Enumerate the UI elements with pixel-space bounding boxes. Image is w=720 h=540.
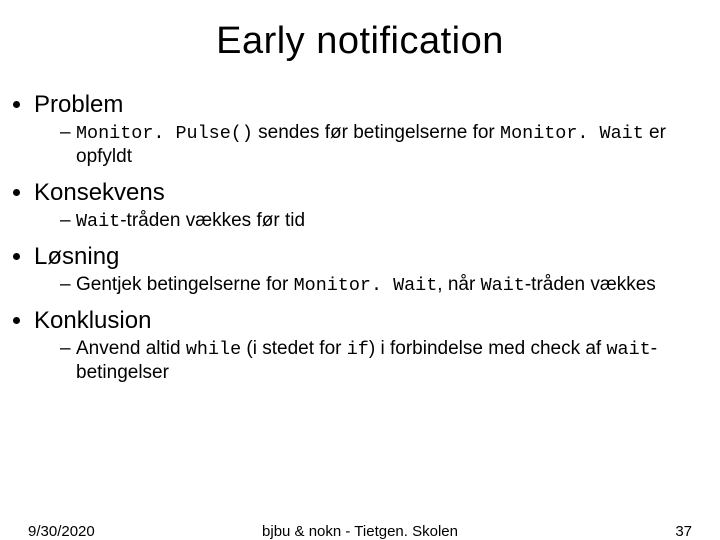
body-text: (i stedet for bbox=[241, 338, 347, 359]
slide: Early notification Problem Monitor. Puls… bbox=[0, 20, 720, 540]
body-text: Gentjek betingelserne for bbox=[76, 274, 294, 295]
sub-item: Monitor. Pulse() sendes før betingelsern… bbox=[60, 121, 720, 169]
body-text: ) i forbindelse med check af bbox=[369, 338, 607, 359]
body-text: sendes før betingelserne for bbox=[253, 122, 500, 143]
sub-list: Gentjek betingelserne for Monitor. Wait,… bbox=[60, 273, 720, 297]
code-text: Wait bbox=[481, 275, 525, 296]
sub-list: Anvend altid while (i stedet for if) i f… bbox=[60, 337, 720, 385]
bullet-label: Konsekvens bbox=[34, 179, 165, 206]
body-text: -tråden vækkes bbox=[525, 274, 656, 295]
slide-title: Early notification bbox=[0, 20, 720, 63]
bullet-losning: Løsning Gentjek betingelserne for Monito… bbox=[34, 243, 720, 297]
sub-item: Gentjek betingelserne for Monitor. Wait,… bbox=[60, 273, 720, 297]
sub-item: Anvend altid while (i stedet for if) i f… bbox=[60, 337, 720, 385]
code-text: Wait bbox=[76, 211, 120, 232]
code-text: wait bbox=[607, 339, 651, 360]
bullet-label: Konklusion bbox=[34, 307, 151, 334]
sub-list: Monitor. Pulse() sendes før betingelsern… bbox=[60, 121, 720, 169]
sub-item: Wait-tråden vækkes før tid bbox=[60, 209, 720, 233]
body-text: Anvend altid bbox=[76, 338, 186, 359]
footer-page-number: 37 bbox=[675, 523, 692, 540]
body-text: -tråden vækkes før tid bbox=[120, 210, 305, 231]
code-text: Monitor. Wait bbox=[294, 275, 438, 296]
code-text: if bbox=[347, 339, 369, 360]
code-text: Monitor. Wait bbox=[500, 123, 644, 144]
bullet-konsekvens: Konsekvens Wait-tråden vækkes før tid bbox=[34, 179, 720, 233]
bullet-label: Problem bbox=[34, 91, 123, 118]
bullet-label: Løsning bbox=[34, 243, 119, 270]
footer-center: bjbu & nokn - Tietgen. Skolen bbox=[0, 523, 720, 540]
bullet-list: Problem Monitor. Pulse() sendes før beti… bbox=[34, 91, 720, 385]
bullet-problem: Problem Monitor. Pulse() sendes før beti… bbox=[34, 91, 720, 169]
sub-list: Wait-tråden vækkes før tid bbox=[60, 209, 720, 233]
body-text: , når bbox=[437, 274, 480, 295]
code-text: Monitor. Pulse() bbox=[76, 123, 253, 144]
code-text: while bbox=[186, 339, 241, 360]
bullet-konklusion: Konklusion Anvend altid while (i stedet … bbox=[34, 307, 720, 385]
